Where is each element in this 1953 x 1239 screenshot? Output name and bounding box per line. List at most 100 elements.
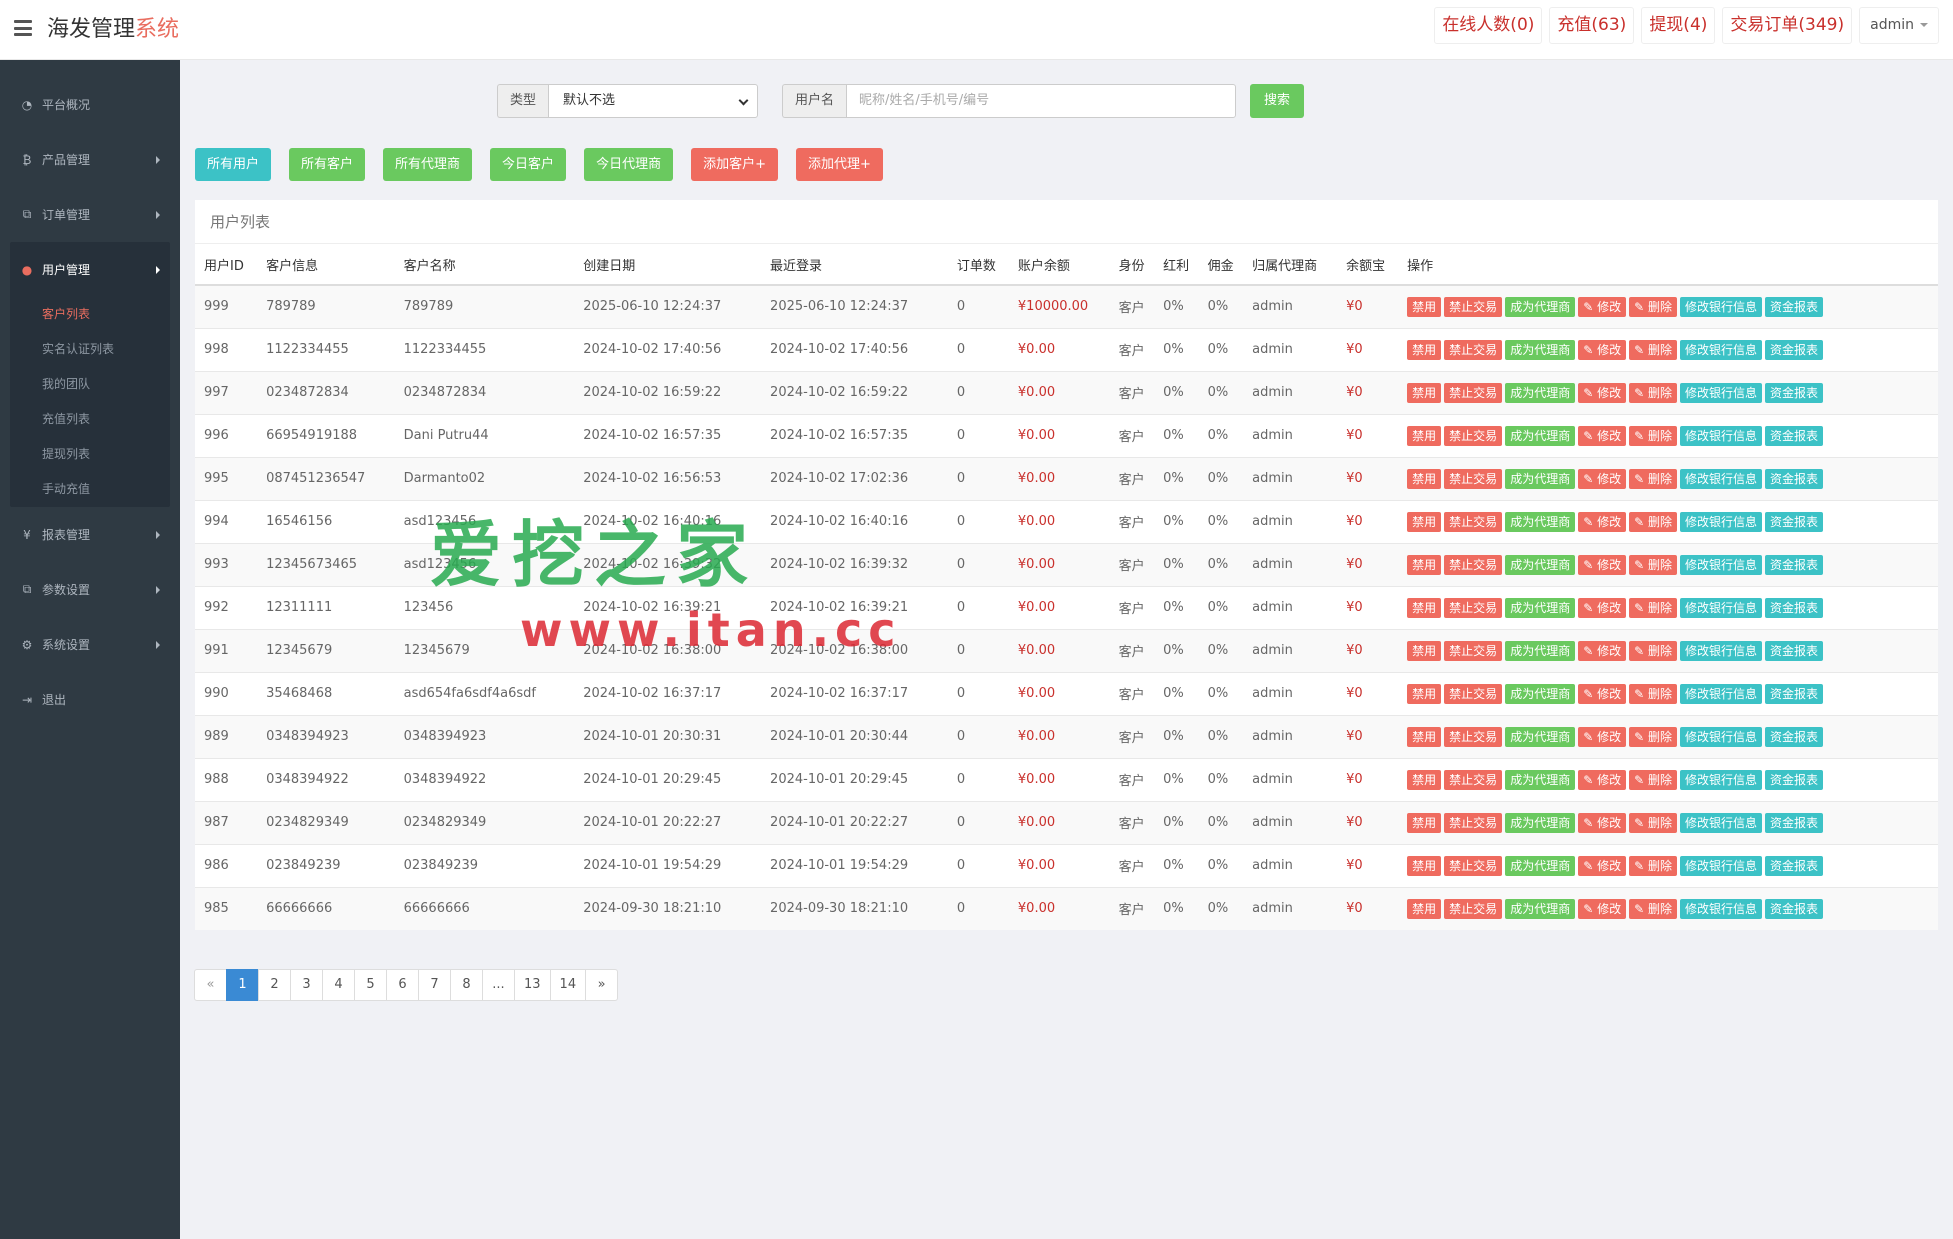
action-button[interactable]: 禁止交易 [1444,640,1503,661]
sidebar-item-sidebar-items-1[interactable]: ₿ 产品管理 [0,132,180,187]
sidebar-subitem-3[interactable]: 充值列表 [10,402,170,437]
action-button[interactable]: ✎ 修改 [1578,296,1627,317]
action-button[interactable]: 资金报表 [1764,511,1823,532]
action-button[interactable]: 资金报表 [1764,425,1823,446]
type-select[interactable]: 默认不选 [548,84,759,118]
sidebar-subitem-2[interactable]: 我的团队 [10,367,170,402]
sidebar-item-sidebar-items_after-0[interactable]: ¥ 报表管理 [0,507,180,562]
pagination-page[interactable]: 1 [226,969,259,1001]
action-button[interactable]: ✎ 删除 [1629,898,1677,919]
action-button[interactable]: ✎ 修改 [1578,726,1627,747]
action-button[interactable]: ✎ 修改 [1578,339,1627,360]
filter-button-5[interactable]: 添加客户+ [691,148,778,181]
action-button[interactable]: 修改银行信息 [1679,554,1762,575]
action-button[interactable]: ✎ 修改 [1578,898,1627,919]
action-button[interactable]: ✎ 删除 [1629,296,1677,317]
action-button[interactable]: 禁用 [1407,296,1442,317]
sidebar-item-sidebar-items_after-1[interactable]: ⧉ 参数设置 [0,562,180,617]
pagination-page[interactable]: 7 [418,969,451,1001]
action-button[interactable]: 修改银行信息 [1679,855,1762,876]
action-button[interactable]: 禁用 [1407,425,1442,446]
admin-dropdown[interactable]: admin [1859,7,1939,44]
action-button[interactable]: 资金报表 [1764,597,1823,618]
action-button[interactable]: ✎ 删除 [1629,382,1677,403]
action-button[interactable]: ✎ 修改 [1578,769,1627,790]
action-button[interactable]: 禁用 [1407,769,1442,790]
filter-button-6[interactable]: 添加代理+ [795,148,883,181]
sidebar-item-sidebar-items_after-2[interactable]: ⚙ 系统设置 [0,617,180,672]
sidebar-item-sidebar-items-2[interactable]: ⧉ 订单管理 [0,187,180,242]
hamburger-menu-icon[interactable] [14,20,32,36]
action-button[interactable]: ✎ 修改 [1578,683,1627,704]
action-button[interactable]: 修改银行信息 [1679,511,1762,532]
action-button[interactable]: 修改银行信息 [1679,898,1762,919]
action-button[interactable]: 成为代理商 [1505,683,1576,704]
action-button[interactable]: 禁用 [1407,511,1442,532]
header-button-3[interactable]: 交易订单(349) [1722,7,1853,44]
action-button[interactable]: 成为代理商 [1505,855,1576,876]
action-button[interactable]: 资金报表 [1764,339,1823,360]
action-button[interactable]: 修改银行信息 [1679,812,1762,833]
action-button[interactable]: 资金报表 [1764,382,1823,403]
action-button[interactable]: 禁止交易 [1444,597,1503,618]
action-button[interactable]: ✎ 删除 [1629,597,1677,618]
filter-button-4[interactable]: 今日代理商 [584,148,674,181]
action-button[interactable]: ✎ 修改 [1578,597,1627,618]
action-button[interactable]: 资金报表 [1764,726,1823,747]
action-button[interactable]: 禁止交易 [1444,382,1503,403]
action-button[interactable]: 成为代理商 [1505,898,1576,919]
action-button[interactable]: 禁用 [1407,382,1442,403]
action-button[interactable]: 成为代理商 [1505,726,1576,747]
action-button[interactable]: 成为代理商 [1505,640,1576,661]
action-button[interactable]: 成为代理商 [1505,339,1576,360]
action-button[interactable]: 禁用 [1407,468,1442,489]
action-button[interactable]: 修改银行信息 [1679,425,1762,446]
action-button[interactable]: ✎ 修改 [1578,468,1627,489]
action-button[interactable]: 禁用 [1407,726,1442,747]
action-button[interactable]: 成为代理商 [1505,425,1576,446]
action-button[interactable]: ✎ 删除 [1629,511,1677,532]
pagination-page[interactable]: 13 [514,969,551,1001]
action-button[interactable]: 禁用 [1407,683,1442,704]
action-button[interactable]: ✎ 删除 [1629,554,1677,575]
header-button-2[interactable]: 提现(4) [1641,7,1716,44]
action-button[interactable]: ✎ 修改 [1578,812,1627,833]
action-button[interactable]: 禁用 [1407,855,1442,876]
action-button[interactable]: 成为代理商 [1505,597,1576,618]
action-button[interactable]: 资金报表 [1764,296,1823,317]
action-button[interactable]: 禁用 [1407,597,1442,618]
action-button[interactable]: 修改银行信息 [1679,296,1762,317]
action-button[interactable]: 修改银行信息 [1679,640,1762,661]
pagination-next[interactable]: » [585,969,619,1001]
pagination-page[interactable]: 4 [322,969,355,1001]
action-button[interactable]: 资金报表 [1764,468,1823,489]
action-button[interactable]: ✎ 删除 [1629,726,1677,747]
pagination-page[interactable]: 8 [450,969,483,1001]
action-button[interactable]: 禁用 [1407,812,1442,833]
username-search-input[interactable]: 昵称/姓名/手机号/编号 [846,84,1237,118]
action-button[interactable]: 修改银行信息 [1679,468,1762,489]
action-button[interactable]: 禁用 [1407,898,1442,919]
action-button[interactable]: 成为代理商 [1505,296,1576,317]
action-button[interactable]: 资金报表 [1764,683,1823,704]
pagination-page[interactable]: 5 [354,969,387,1001]
sidebar-subitem-5[interactable]: 手动充值 [10,472,170,507]
action-button[interactable]: 禁止交易 [1444,726,1503,747]
filter-button-0[interactable]: 所有用户 [195,148,272,181]
action-button[interactable]: ✎ 删除 [1629,468,1677,489]
pagination-page[interactable]: 3 [290,969,323,1001]
action-button[interactable]: ✎ 修改 [1578,855,1627,876]
action-button[interactable]: 资金报表 [1764,640,1823,661]
action-button[interactable]: 修改银行信息 [1679,769,1762,790]
action-button[interactable]: 禁止交易 [1444,425,1503,446]
action-button[interactable]: 成为代理商 [1505,769,1576,790]
action-button[interactable]: 禁止交易 [1444,511,1503,532]
action-button[interactable]: ✎ 修改 [1578,640,1627,661]
action-button[interactable]: 修改银行信息 [1679,339,1762,360]
action-button[interactable]: 修改银行信息 [1679,683,1762,704]
action-button[interactable]: ✎ 修改 [1578,511,1627,532]
action-button[interactable]: 资金报表 [1764,812,1823,833]
header-button-1[interactable]: 充值(63) [1549,7,1635,44]
action-button[interactable]: ✎ 修改 [1578,554,1627,575]
action-button[interactable]: 禁止交易 [1444,339,1503,360]
